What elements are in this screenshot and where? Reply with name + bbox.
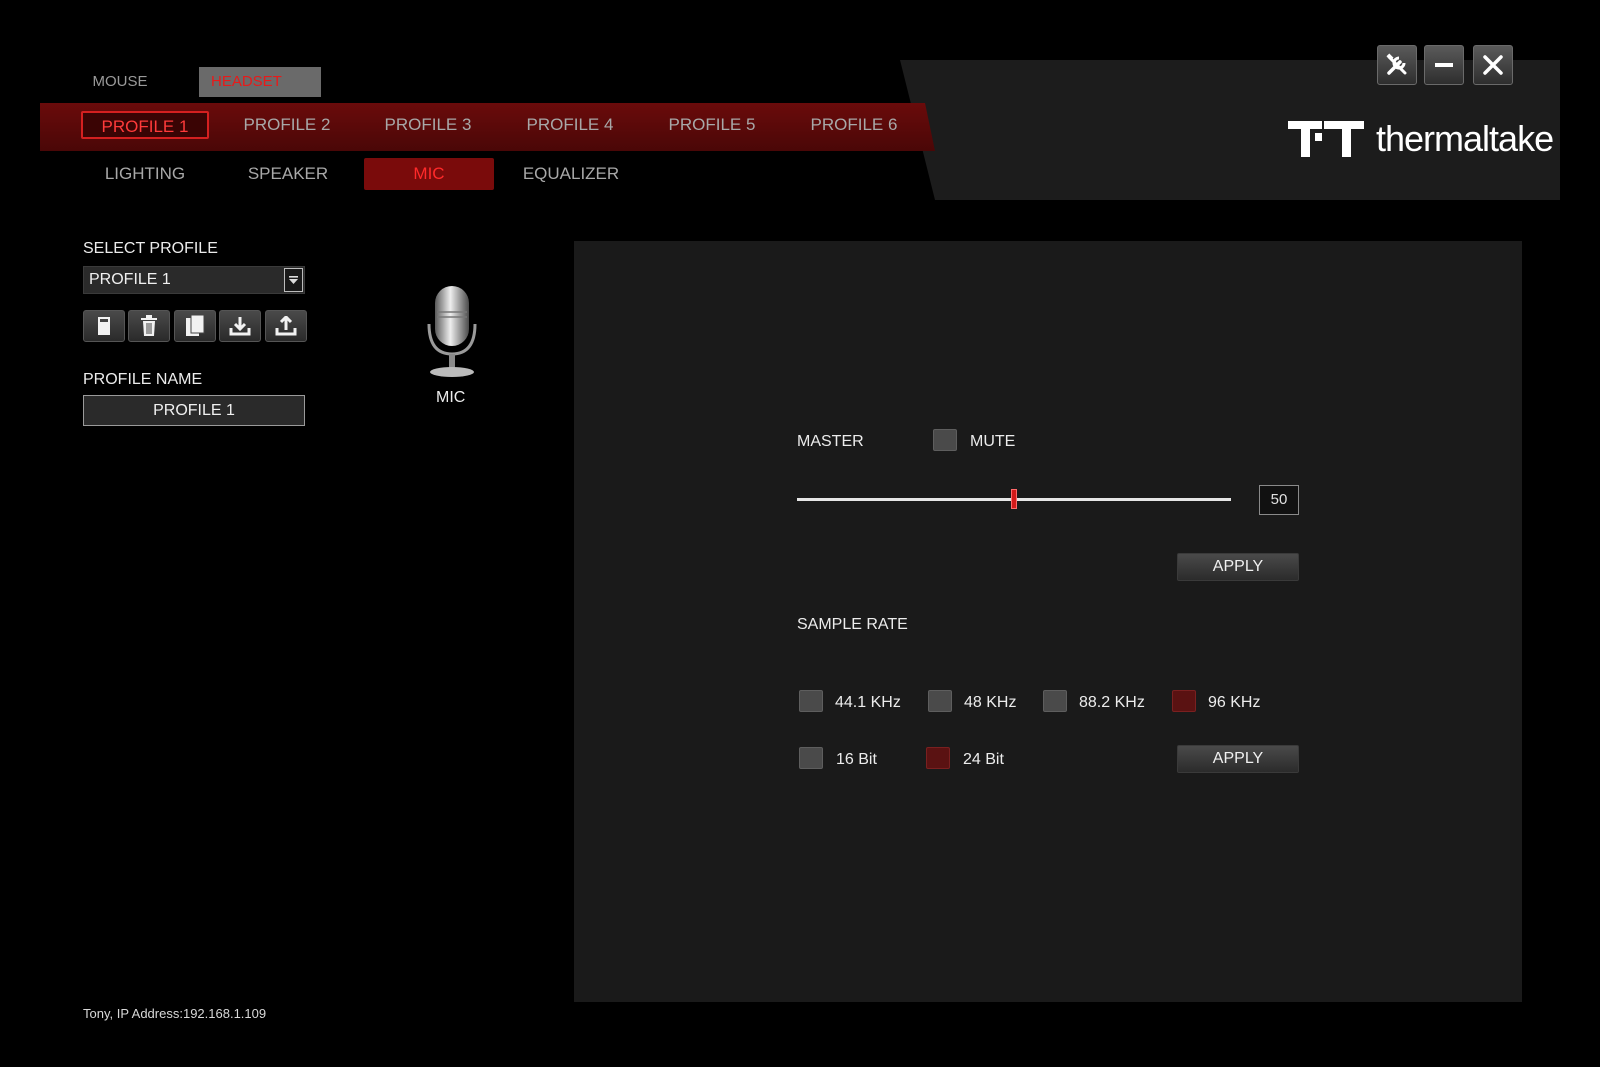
mic-settings-panel [574, 241, 1522, 1002]
tab-mouse[interactable]: MOUSE [84, 67, 156, 97]
sample-rate-label: SAMPLE RATE [797, 616, 908, 633]
rate-48-label: 48 KHz [964, 694, 1017, 711]
brand-name: thermaltake [1376, 118, 1554, 159]
tab-profile-2[interactable]: PROFILE 2 [223, 111, 351, 139]
mute-checkbox[interactable] [933, 429, 957, 451]
brand-logo: thermaltake [1288, 118, 1554, 160]
export-icon [275, 316, 297, 336]
rate-88-2-checkbox[interactable] [1043, 690, 1067, 712]
save-icon [98, 317, 110, 335]
delete-icon [141, 315, 157, 336]
minimize-icon [1435, 63, 1453, 67]
profile-name-label: PROFILE NAME [83, 371, 203, 388]
rate-48-checkbox[interactable] [928, 690, 952, 712]
chevron-down-icon [289, 276, 298, 284]
tab-mic[interactable]: MIC [364, 158, 494, 190]
sample-rate-apply-button[interactable]: APPLY [1177, 745, 1299, 773]
tab-profile-4[interactable]: PROFILE 4 [506, 111, 634, 139]
mic-label: MIC [436, 389, 466, 406]
microphone-icon [427, 286, 477, 377]
profile-name-input[interactable] [83, 395, 305, 426]
rate-44-1-label: 44.1 KHz [835, 694, 901, 711]
rate-44-1-checkbox[interactable] [799, 690, 823, 712]
bit-24-checkbox[interactable] [926, 747, 950, 769]
rate-96-label: 96 KHz [1208, 694, 1261, 711]
thermaltake-logo-icon [1288, 121, 1364, 157]
bit-16-checkbox[interactable] [799, 747, 823, 769]
mic-image [422, 284, 482, 385]
rate-88-2-label: 88.2 KHz [1079, 694, 1145, 711]
import-profile-button[interactable] [219, 310, 261, 342]
tab-lighting[interactable]: LIGHTING [80, 158, 210, 190]
tab-profile-5[interactable]: PROFILE 5 [648, 111, 776, 139]
settings-icon [1386, 53, 1407, 75]
settings-button[interactable] [1377, 45, 1417, 85]
save-profile-button[interactable] [83, 310, 125, 342]
copy-icon [186, 315, 205, 336]
tab-equalizer[interactable]: EQUALIZER [506, 158, 636, 190]
import-icon [229, 317, 251, 336]
profile-select-toggle[interactable] [284, 268, 303, 292]
tab-speaker[interactable]: SPEAKER [223, 158, 353, 190]
close-icon [1483, 55, 1503, 75]
bit-16-label: 16 Bit [836, 751, 877, 768]
export-profile-button[interactable] [265, 310, 307, 342]
master-label: MASTER [797, 433, 864, 450]
delete-profile-button[interactable] [128, 310, 170, 342]
master-apply-button[interactable]: APPLY [1177, 553, 1299, 581]
master-volume-thumb[interactable] [1011, 489, 1017, 509]
status-text: Tony, IP Address:192.168.1.109 [83, 1006, 267, 1021]
profile-select[interactable]: PROFILE 1 [83, 266, 305, 294]
master-volume-value[interactable]: 50 [1259, 485, 1299, 515]
tab-profile-3[interactable]: PROFILE 3 [364, 111, 492, 139]
copy-profile-button[interactable] [174, 310, 216, 342]
tab-headset[interactable]: HEADSET [199, 67, 321, 97]
select-profile-label: SELECT PROFILE [83, 240, 218, 257]
close-button[interactable] [1473, 45, 1513, 85]
mute-label: MUTE [970, 433, 1016, 450]
tab-profile-1[interactable]: PROFILE 1 [81, 111, 209, 139]
rate-96-checkbox[interactable] [1172, 690, 1196, 712]
bit-24-label: 24 Bit [963, 751, 1004, 768]
minimize-button[interactable] [1424, 45, 1464, 85]
tab-profile-6[interactable]: PROFILE 6 [790, 111, 918, 139]
